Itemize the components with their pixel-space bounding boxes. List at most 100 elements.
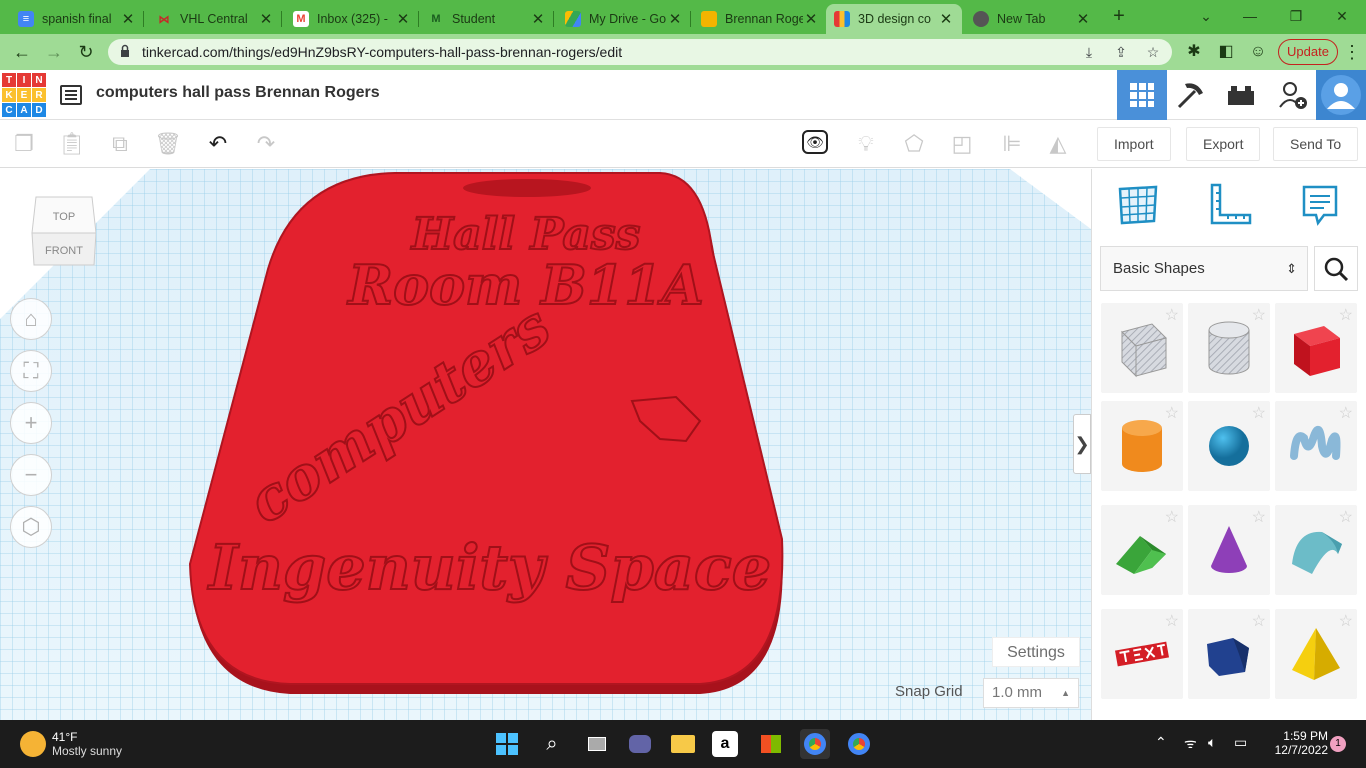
browser-tab[interactable]: M Student ✕ [420,4,554,34]
file-explorer-button[interactable] [668,729,698,759]
store-button[interactable] [756,729,786,759]
account-avatar[interactable] [1316,70,1366,120]
share-icon[interactable]: ⇪ [1112,43,1130,61]
browser-tab[interactable]: Brennan Roge ✕ [693,4,827,34]
task-view-button[interactable] [582,729,612,759]
design-title[interactable]: computers hall pass Brennan Rogers [96,84,380,102]
redo-icon[interactable]: ↷ [252,130,280,158]
shape-roof[interactable]: ☆ [1101,505,1183,595]
tab-search-icon[interactable]: ⌄ [1186,4,1226,28]
group-icon[interactable]: ⬠ [900,130,928,158]
shape-text[interactable]: ☆ [1101,609,1183,699]
panel-collapse-button[interactable]: ❯ [1073,414,1091,474]
address-bar[interactable]: tinkercad.com/things/ed9HnZ9bsRY-compute… [108,39,1172,65]
blocks-view-button[interactable] [1166,70,1216,120]
copy-icon[interactable]: ❐ [10,130,38,158]
shape-round-roof[interactable]: ☆ [1275,505,1357,595]
extensions-icon[interactable]: ✱ [1182,41,1206,63]
close-tab-icon[interactable]: ✕ [803,10,819,28]
3d-view-button[interactable] [1117,70,1167,120]
close-tab-icon[interactable]: ✕ [120,10,136,28]
show-hide-icon[interactable]: 👁︎ [802,130,828,154]
update-button[interactable]: Update [1278,39,1338,65]
bookmark-star-icon[interactable]: ☆ [1144,43,1162,61]
workplane-canvas[interactable]: Hall Pass Room B11A computers Ingenuity … [0,169,1091,720]
minimize-button[interactable]: — [1230,4,1270,28]
browser-tab[interactable]: ≡ spanish final ✕ [10,4,144,34]
lightbulb-icon[interactable]: 💡︎ [852,130,880,158]
wifi-icon[interactable]: ᯤ [1184,734,1197,753]
tab-title: New Tab [997,12,1046,26]
shape-sphere[interactable]: ☆ [1188,401,1270,491]
home-view-button[interactable]: ⌂ [10,298,52,340]
tinkercad-logo[interactable]: T I N K E R C A D [2,73,46,117]
reload-icon[interactable]: ↻ [74,41,98,63]
close-tab-icon[interactable]: ✕ [258,10,274,28]
more-menu-icon[interactable]: ⋮ [1340,41,1364,63]
mirror-icon[interactable]: ◭ [1044,130,1072,158]
new-tab-button[interactable]: + [1108,6,1130,28]
view-cube[interactable]: TOP FRONT [30,193,96,269]
settings-button[interactable]: Settings [992,637,1080,667]
browser-tab[interactable]: New Tab ✕ [965,4,1099,34]
duplicate-icon[interactable]: ⧉ [106,130,134,158]
send-to-button[interactable]: Send To [1273,127,1359,161]
close-tab-icon[interactable]: ✕ [1075,10,1091,28]
shape-cylinder-hole[interactable]: ☆ [1188,303,1270,393]
browser-tab-active[interactable]: 3D design co ✕ [826,4,962,34]
ruler-tool-icon[interactable] [1206,181,1254,229]
paste-icon[interactable]: 📋︎ [58,130,86,158]
maximize-button[interactable]: ❐ [1276,4,1316,28]
close-tab-icon[interactable]: ✕ [530,10,546,28]
export-button[interactable]: Export [1186,127,1261,161]
side-panel-icon[interactable]: ◧ [1214,41,1238,63]
shape-cone[interactable]: ☆ [1188,505,1270,595]
start-button[interactable] [492,729,522,759]
design-menu-icon[interactable] [60,85,82,105]
teams-chat-button[interactable] [625,729,655,759]
search-taskbar-button[interactable]: ⌕ [537,729,567,759]
browser-tab[interactable]: My Drive - Go ✕ [557,4,691,34]
show-hidden-icons[interactable]: ⌃ [1155,734,1167,751]
ungroup-icon[interactable]: ◰ [948,130,976,158]
notification-badge[interactable]: 1 [1330,736,1346,752]
close-window-button[interactable]: ✕ [1322,4,1362,28]
close-tab-icon[interactable]: ✕ [938,10,954,28]
shape-polygon[interactable]: ☆ [1188,609,1270,699]
profile-avatar-icon[interactable]: ☺ [1246,41,1270,63]
zoom-in-button[interactable]: + [10,402,52,444]
forward-icon[interactable]: → [42,41,66,63]
import-button[interactable]: Import [1097,127,1171,161]
amazon-button[interactable]: a [712,731,738,757]
browser-tab[interactable]: ⋈ VHL Central ✕ [148,4,282,34]
invite-user-button[interactable] [1268,70,1318,120]
clock[interactable]: 1:59 PM 12/7/2022 [1270,729,1328,757]
close-tab-icon[interactable]: ✕ [395,10,411,28]
zoom-out-button[interactable]: − [10,454,52,496]
volume-icon[interactable]: 🔈︎ [1208,734,1216,751]
shape-search-button[interactable] [1314,246,1358,291]
snap-grid-select[interactable]: 1.0 mm ▲ [983,678,1079,708]
weather-widget[interactable]: 41°F Mostly sunny [20,730,122,758]
undo-icon[interactable]: ↶ [204,130,232,158]
bricks-view-button[interactable] [1216,70,1266,120]
shape-category-select[interactable]: Basic Shapes ⇕ [1100,246,1308,291]
shape-pyramid[interactable]: ☆ [1275,609,1357,699]
notes-tool-icon[interactable] [1296,181,1344,229]
shape-scribble[interactable]: ☆ [1275,401,1357,491]
battery-icon[interactable]: ▭ [1234,734,1247,751]
install-icon[interactable]: ⤓ [1080,43,1098,61]
back-icon[interactable]: ← [10,41,34,63]
chrome-profile-taskbar-button[interactable] [844,729,874,759]
fit-view-button[interactable]: ⛶ [10,350,52,392]
close-tab-icon[interactable]: ✕ [667,10,683,28]
align-icon[interactable]: ⊫ [998,130,1026,158]
workplane-tool-icon[interactable] [1114,181,1162,229]
chrome-taskbar-button[interactable] [800,729,830,759]
shape-box-hole[interactable]: ☆ [1101,303,1183,393]
shape-box[interactable]: ☆ [1275,303,1357,393]
projection-button[interactable]: ⬡ [10,506,52,548]
browser-tab[interactable]: M Inbox (325) - ✕ [285,4,419,34]
delete-icon[interactable]: 🗑︎ [154,130,182,158]
shape-cylinder[interactable]: ☆ [1101,401,1183,491]
